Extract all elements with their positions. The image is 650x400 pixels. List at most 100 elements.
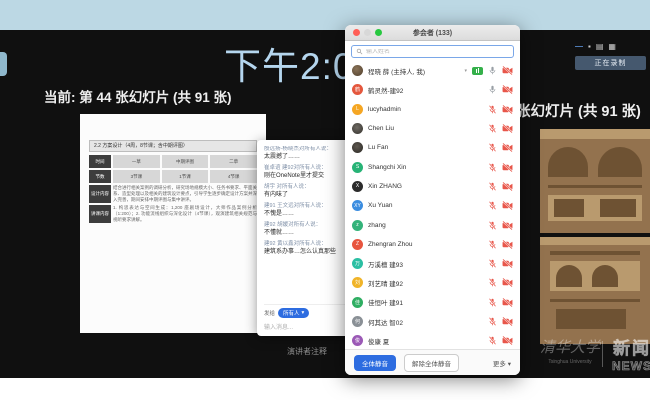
- participant-list[interactable]: 程晓 薛 (主持人, 我)▾ 鹤鹤灵然-建92 Llucyhadmin Chen…: [345, 60, 520, 349]
- participant-row[interactable]: XXin ZHANG: [345, 177, 520, 196]
- search-icon: [356, 48, 363, 55]
- participant-row[interactable]: 何何其达 智02: [345, 312, 520, 331]
- news-watermark-en: NEWS: [612, 359, 650, 373]
- camera-off-icon[interactable]: [502, 143, 513, 152]
- minimize-icon[interactable]: —: [575, 42, 583, 51]
- camera-off-icon[interactable]: [502, 124, 513, 133]
- participant-row[interactable]: 俊俊康 夏: [345, 331, 520, 349]
- search-field[interactable]: [351, 45, 514, 58]
- avatar: 俊: [352, 335, 363, 346]
- mic-muted-icon[interactable]: [488, 201, 497, 210]
- participant-controls: [488, 240, 513, 249]
- layout-grid-icon[interactable]: ▦: [608, 42, 616, 51]
- participant-controls: [488, 124, 513, 133]
- participant-name: 鹤灵然-建92: [368, 85, 488, 95]
- participant-row[interactable]: Lu Fan: [345, 138, 520, 157]
- camera-off-icon[interactable]: [502, 259, 513, 268]
- send-to-selector[interactable]: 所有人 ▾: [278, 308, 309, 318]
- slide-table-row: 节数 3节课 1节课 4节课: [89, 170, 257, 183]
- speaker-notes-label: 演讲者注释: [287, 346, 327, 357]
- recording-status-badge[interactable]: 正在录制: [575, 56, 646, 70]
- slide-counter-secondary: 张幻灯片 (共 91 张): [516, 100, 641, 121]
- participant-controls: [488, 105, 513, 114]
- slide-cell: 4节课: [210, 170, 257, 183]
- participant-name: lucyhadmin: [368, 106, 488, 113]
- participant-name: 俊康 夏: [368, 336, 488, 346]
- slide-cell: 中期评图: [162, 155, 209, 168]
- avatar: 鹤: [352, 84, 363, 95]
- slide-thumbnail: 2.2 方案设计（4周，8节课；含中期评图） 时间 一草 中期评图 二草 节数 …: [80, 114, 266, 333]
- slide-cell: 一草: [113, 155, 160, 168]
- camera-off-icon[interactable]: [502, 105, 513, 114]
- participant-controls: [488, 336, 513, 345]
- mic-muted-icon[interactable]: [488, 105, 497, 114]
- mic-muted-icon[interactable]: [488, 124, 497, 133]
- avatar: 佳: [352, 297, 363, 308]
- avatar: 万: [352, 258, 363, 269]
- camera-off-icon[interactable]: [502, 163, 513, 172]
- camera-off-icon[interactable]: [502, 66, 513, 75]
- participant-row[interactable]: zzhang: [345, 215, 520, 234]
- participant-controls: [488, 317, 513, 326]
- participant-controls: [488, 182, 513, 191]
- participant-row[interactable]: 鹤鹤灵然-建92: [345, 80, 520, 99]
- camera-off-icon[interactable]: [502, 298, 513, 307]
- news-watermark-cn: 新闻: [612, 334, 650, 359]
- audio-active-badge: [472, 67, 483, 75]
- participant-row[interactable]: ZZhengran Zhou: [345, 235, 520, 254]
- participant-row[interactable]: 刘刘艺晴 建92: [345, 273, 520, 292]
- mic-muted-icon[interactable]: [488, 221, 497, 230]
- slide-row-label: 讲课内容: [89, 205, 111, 223]
- layout-split-icon[interactable]: ▤: [596, 42, 604, 51]
- avatar: 何: [352, 316, 363, 327]
- mic-icon[interactable]: [488, 66, 497, 75]
- participant-name: Shangchi Xin: [368, 164, 488, 171]
- avatar: XY: [352, 200, 363, 211]
- window-toolbar: — ▪ ▤ ▦: [575, 42, 616, 51]
- more-button[interactable]: 更多 ▾: [493, 358, 511, 368]
- camera-off-icon[interactable]: [502, 182, 513, 191]
- mic-muted-icon[interactable]: [488, 163, 497, 172]
- avatar: [352, 65, 363, 76]
- participant-row[interactable]: 佳佳恒叶 建91: [345, 293, 520, 312]
- chevron-down-icon[interactable]: ▾: [464, 68, 467, 74]
- avatar: S: [352, 162, 363, 173]
- layout-single-icon[interactable]: ▪: [588, 42, 591, 51]
- search-input[interactable]: [366, 49, 509, 55]
- participant-controls: [488, 278, 513, 287]
- participant-row[interactable]: S Shangchi Xin: [345, 157, 520, 176]
- mic-muted-icon[interactable]: [488, 182, 497, 191]
- mic-icon[interactable]: [488, 85, 497, 94]
- mic-muted-icon[interactable]: [488, 298, 497, 307]
- send-to-label: 发给: [264, 309, 275, 317]
- mic-muted-icon[interactable]: [488, 336, 497, 345]
- camera-off-icon[interactable]: [502, 336, 513, 345]
- participant-name: 万溪檀 建93: [368, 259, 488, 269]
- mute-all-button[interactable]: 全体静音: [354, 355, 396, 371]
- participant-row[interactable]: 程晓 薛 (主持人, 我)▾: [345, 61, 520, 80]
- participant-row[interactable]: Chen Liu: [345, 119, 520, 138]
- camera-off-icon[interactable]: [502, 201, 513, 210]
- participant-controls: ▾: [464, 66, 513, 75]
- participant-row[interactable]: 万万溪檀 建93: [345, 254, 520, 273]
- participant-row[interactable]: Llucyhadmin: [345, 100, 520, 119]
- tsinghua-watermark-en: Tsinghua University: [540, 359, 600, 365]
- slide-row-label: 节数: [89, 170, 111, 183]
- mic-muted-icon[interactable]: [488, 278, 497, 287]
- slide-table-section: 讲课内容 1. 构思表达与空间生成：1,200 座剧场设计，大师作品案例分析（1…: [89, 205, 257, 223]
- camera-off-icon[interactable]: [502, 278, 513, 287]
- unmute-all-button[interactable]: 解除全体静音: [404, 354, 459, 372]
- camera-off-icon[interactable]: [502, 240, 513, 249]
- camera-off-icon[interactable]: [502, 221, 513, 230]
- mic-muted-icon[interactable]: [488, 143, 497, 152]
- mic-muted-icon[interactable]: [488, 259, 497, 268]
- slide-row-label: 设计内容: [89, 185, 111, 203]
- camera-off-icon[interactable]: [502, 317, 513, 326]
- mic-muted-icon[interactable]: [488, 240, 497, 249]
- slide-paragraph: 结合进行相关案例的调研分析，研究场地规模大小、任务书要求、平面关系、造型处理以及…: [113, 185, 257, 203]
- slide-table-title: 2.2 方案设计（4周，8节课；含中期评图）: [89, 140, 257, 152]
- camera-off-icon[interactable]: [502, 85, 513, 94]
- panel-titlebar[interactable]: 参会者 (133): [345, 25, 520, 41]
- mic-muted-icon[interactable]: [488, 317, 497, 326]
- participant-row[interactable]: XYXu Yuan: [345, 196, 520, 215]
